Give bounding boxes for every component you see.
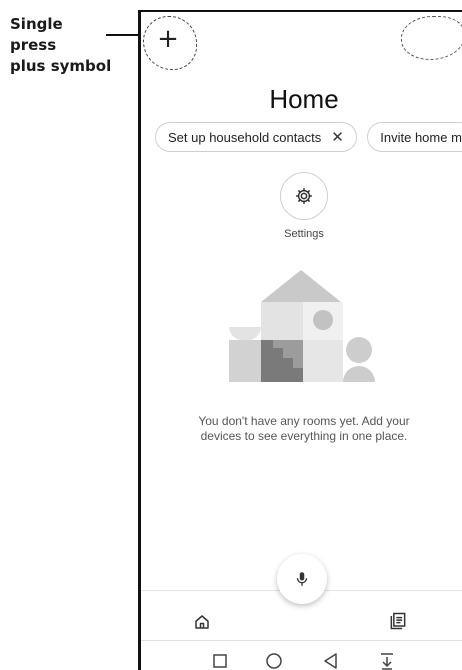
highlight-circle-right <box>401 16 462 60</box>
feed-icon <box>390 612 406 630</box>
microphone-icon <box>296 572 308 586</box>
illustration-room-lower-left <box>229 340 261 382</box>
settings-button[interactable] <box>280 172 328 220</box>
suggestion-chips: Set up household contacts ✕ Invite home … <box>155 122 462 152</box>
back-triangle-icon[interactable] <box>321 651 341 670</box>
home-icon <box>195 615 209 629</box>
chip-label: Invite home m <box>380 129 462 145</box>
phone-screen: + Home Set up household contacts ✕ Invit… <box>138 10 462 670</box>
chip-set-up-household-contacts[interactable]: Set up household contacts ✕ <box>155 122 357 152</box>
home-circle-icon[interactable] <box>264 651 284 670</box>
recents-square-icon[interactable] <box>210 651 230 670</box>
chip-invite-home-member[interactable]: Invite home m <box>367 122 462 152</box>
page-title: Home <box>269 84 339 114</box>
settings-shortcut: Settings <box>141 172 462 240</box>
illustration-person-body <box>343 366 375 382</box>
plus-icon: + <box>157 24 179 54</box>
gear-icon <box>296 188 312 204</box>
tab-home[interactable] <box>193 613 211 636</box>
close-icon[interactable]: ✕ <box>331 128 344 146</box>
add-button[interactable]: + <box>151 22 185 56</box>
empty-home-illustration <box>229 270 375 382</box>
notification-expand-icon[interactable] <box>377 651 397 670</box>
settings-label: Settings <box>284 228 324 240</box>
annotation-line-3: plus symbol <box>10 57 112 75</box>
illustration-bowl <box>229 327 261 341</box>
system-navigation-bar <box>141 640 462 670</box>
empty-state-message: You don't have any rooms yet. Add your d… <box>198 414 410 443</box>
illustration-room-upper-left <box>261 302 303 340</box>
illustration-roof <box>261 270 341 302</box>
annotation-line-1: Single <box>10 15 63 33</box>
illustration-person-head <box>346 337 372 363</box>
annotation-label: Single press plus symbol <box>10 14 140 77</box>
chip-label: Set up household contacts <box>168 129 322 145</box>
illustration-ball <box>313 310 333 330</box>
voice-search-button[interactable] <box>277 554 327 604</box>
annotation-line-2: press <box>10 36 57 54</box>
illustration-room-lower-right <box>303 340 343 382</box>
tab-feed[interactable] <box>388 611 408 636</box>
